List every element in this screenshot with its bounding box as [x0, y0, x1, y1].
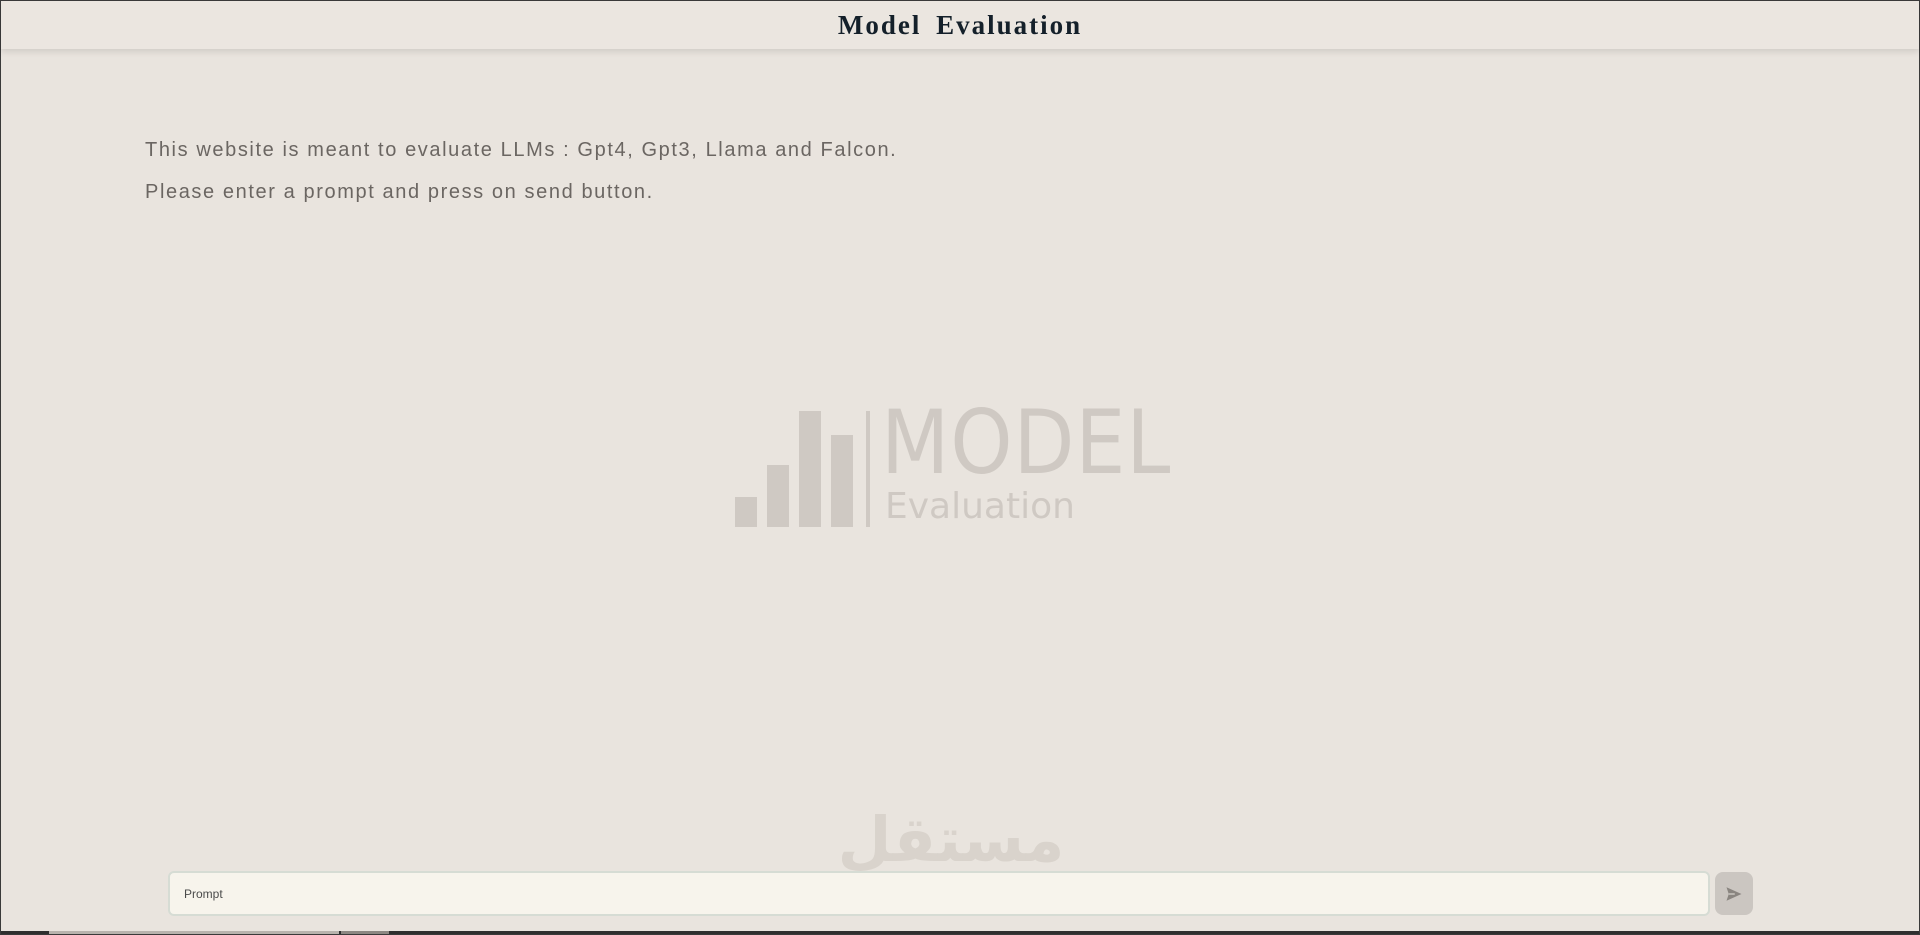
page-title: Model Evaluation	[837, 9, 1083, 40]
logo-bar-4	[831, 435, 853, 527]
prompt-field-container	[168, 871, 1710, 916]
taskbar-tab-2	[341, 931, 389, 934]
intro-text: This website is meant to evaluate LLMs :…	[145, 129, 897, 213]
prompt-input[interactable]	[184, 873, 1708, 914]
logo-word: MODEL	[881, 391, 1172, 494]
send-icon	[1726, 886, 1742, 901]
bottom-taskbar-strip	[1, 931, 1919, 934]
watermark-arabic: مستقل	[837, 803, 1065, 876]
logo-bar-1	[735, 497, 757, 527]
model-evaluation-logo: MODEL Evaluation	[735, 399, 1195, 529]
top-header: Model Evaluation	[1, 1, 1919, 49]
logo-bar-2	[767, 465, 789, 527]
taskbar-tab-1	[49, 931, 339, 934]
intro-line-1: This website is meant to evaluate LLMs :…	[145, 139, 898, 161]
logo-bar-3	[799, 411, 821, 527]
bar-chart-icon	[735, 409, 861, 527]
logo-divider	[866, 411, 870, 527]
logo-subword: Evaluation	[885, 486, 1075, 527]
send-button[interactable]	[1715, 872, 1753, 915]
intro-line-2: Please enter a prompt and press on send …	[145, 181, 654, 203]
page: Model Evaluation This website is meant t…	[0, 0, 1920, 935]
